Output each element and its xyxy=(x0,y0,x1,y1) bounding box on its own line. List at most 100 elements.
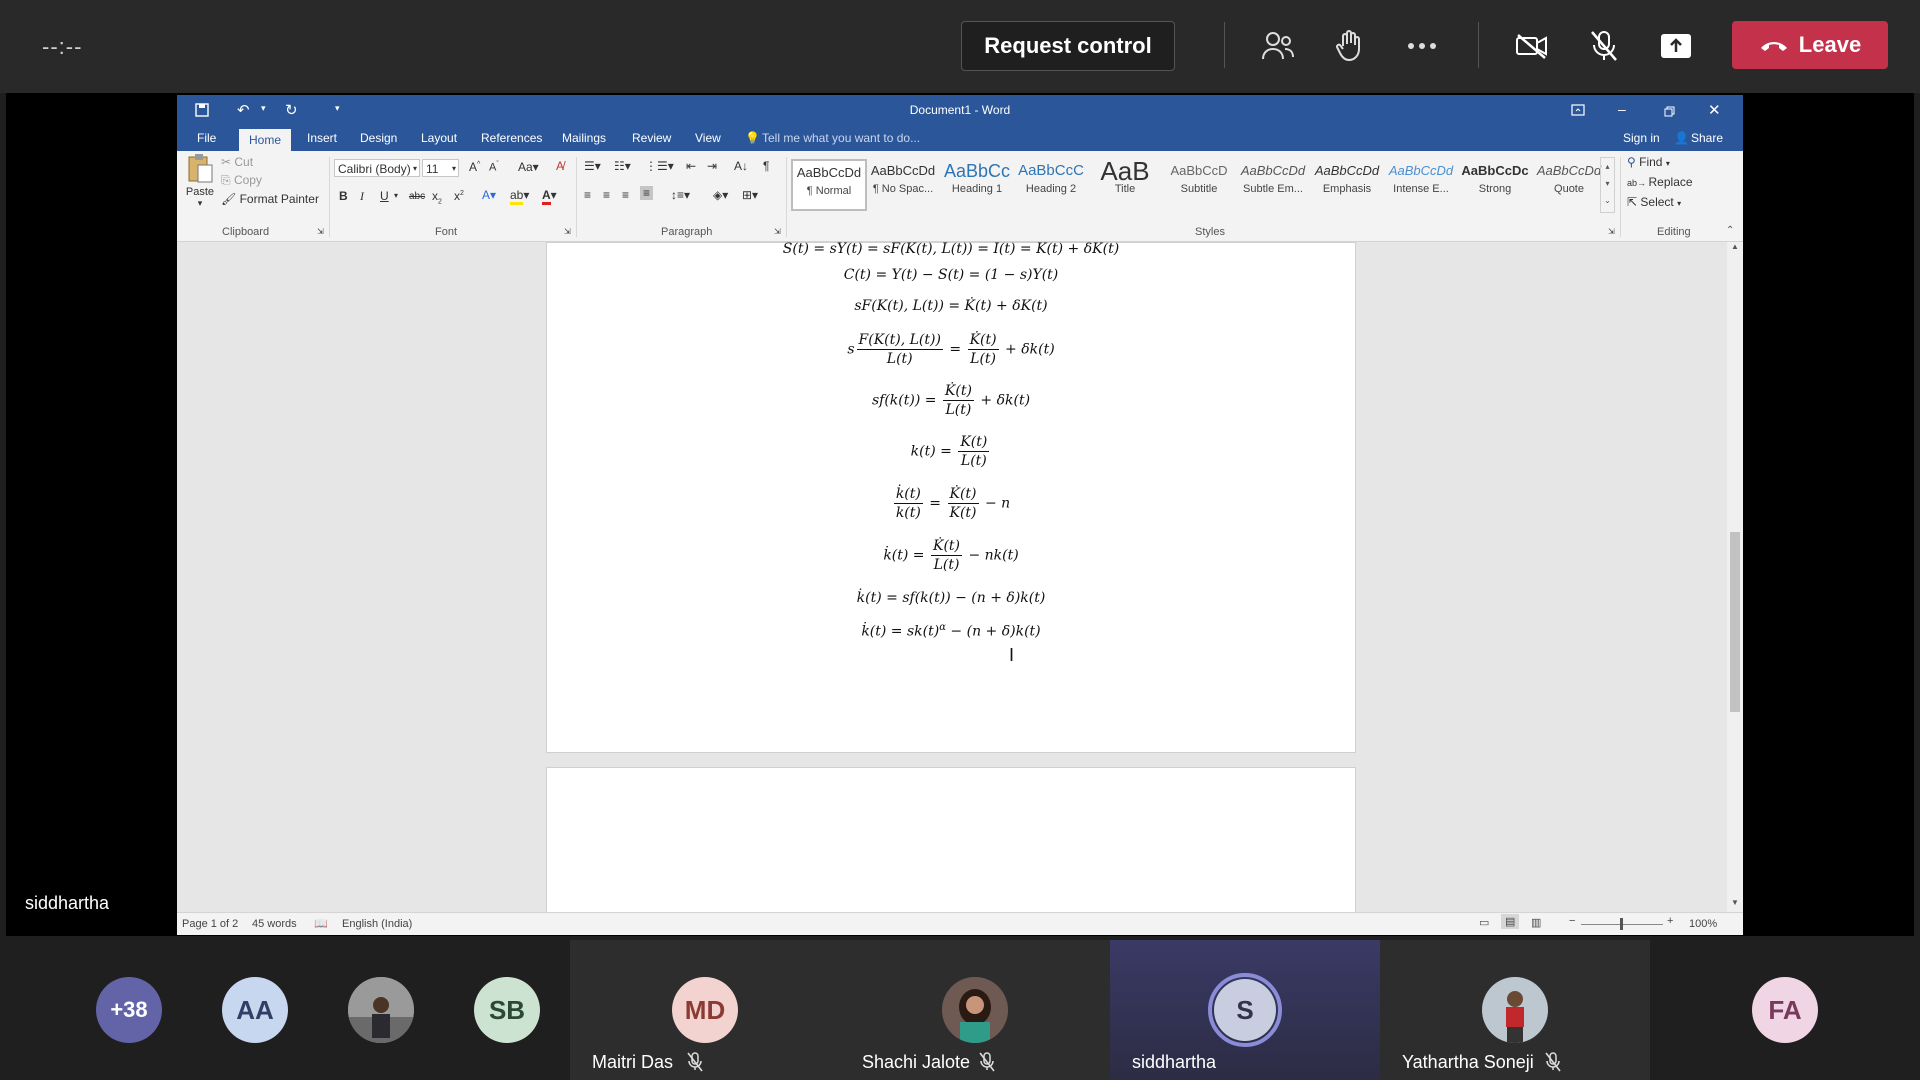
participant-tile[interactable]: FA xyxy=(1650,940,1920,1080)
highlight-icon[interactable]: ab▾ xyxy=(510,188,529,205)
avatar[interactable] xyxy=(348,977,414,1043)
align-right-icon[interactable]: ≡ xyxy=(622,188,629,202)
tab-layout[interactable]: Layout xyxy=(421,131,457,145)
style-normal[interactable]: AaBbCcDd ¶ Normal xyxy=(791,159,867,211)
document-page-2[interactable] xyxy=(546,767,1356,929)
text-effects-icon[interactable]: A▾ xyxy=(482,188,496,202)
participants-icon[interactable] xyxy=(1256,24,1300,68)
find-button[interactable]: ⚲ Find ▾ xyxy=(1627,155,1670,169)
raise-hand-icon[interactable] xyxy=(1328,24,1372,68)
change-case-icon[interactable]: Aa▾ xyxy=(518,160,539,174)
strikethrough-icon[interactable]: abc xyxy=(409,191,425,202)
style-no-spacing[interactable]: AaBbCcDd ¶ No Spac... xyxy=(867,159,939,207)
select-button[interactable]: ⇱ Select ▾ xyxy=(1627,195,1681,209)
tell-me-search[interactable]: Tell me what you want to do... xyxy=(762,131,920,145)
tab-review[interactable]: Review xyxy=(632,131,671,145)
share-screen-icon[interactable] xyxy=(1654,24,1698,68)
style-title[interactable]: AaB Title xyxy=(1089,159,1161,207)
proofing-icon[interactable]: 📖 xyxy=(314,917,328,930)
zoom-out-icon[interactable]: − xyxy=(1569,915,1575,927)
document-page-1[interactable]: S(t) = sY(t) = sF(K(t), L(t)) = I(t) = K… xyxy=(546,241,1356,753)
page-count[interactable]: Page 1 of 2 xyxy=(182,918,238,930)
participant-tile[interactable]: Yathartha Soneji xyxy=(1380,940,1650,1080)
ribbon-display-options-icon[interactable] xyxy=(1571,103,1585,121)
bold-icon[interactable]: B xyxy=(339,189,348,203)
styles-launcher-icon[interactable]: ⇲ xyxy=(1608,227,1615,236)
avatar[interactable]: SB xyxy=(474,977,540,1043)
restore-icon[interactable] xyxy=(1664,104,1675,122)
tab-home[interactable]: Home xyxy=(239,129,292,151)
word-count[interactable]: 45 words xyxy=(252,918,297,930)
mic-off-icon[interactable] xyxy=(1582,24,1626,68)
scroll-down-icon[interactable]: ▼ xyxy=(1731,898,1739,907)
format-painter-button[interactable]: 🖌 Format Painter xyxy=(221,192,319,206)
clear-formatting-icon[interactable]: A̸ xyxy=(556,159,564,173)
paste-button[interactable]: Paste ▾ xyxy=(183,153,217,211)
style-quote[interactable]: AaBbCcDd Quote xyxy=(1533,159,1605,207)
scrollbar-thumb[interactable] xyxy=(1730,532,1740,712)
participant-tile[interactable]: MD Maitri Das xyxy=(570,940,840,1080)
clipboard-launcher-icon[interactable]: ⇲ xyxy=(317,227,324,236)
justify-icon[interactable]: ≡ xyxy=(640,186,654,200)
style-strong[interactable]: AaBbCcDc Strong xyxy=(1459,159,1531,207)
scroll-up-icon[interactable]: ▲ xyxy=(1731,242,1739,251)
style-subtitle[interactable]: AaBbCcD Subtitle xyxy=(1163,159,1235,207)
camera-off-icon[interactable] xyxy=(1510,24,1554,68)
style-heading-1[interactable]: AaBbCc Heading 1 xyxy=(941,159,1013,207)
numbering-icon[interactable]: ☷▾ xyxy=(614,159,631,173)
tab-insert[interactable]: Insert xyxy=(307,131,337,145)
replace-button[interactable]: ab→ Replace xyxy=(1627,175,1693,189)
collapse-ribbon-icon[interactable]: ⌃ xyxy=(1726,225,1734,236)
close-window-icon[interactable]: ✕ xyxy=(1708,101,1721,119)
style-subtle-emphasis[interactable]: AaBbCcDd Subtle Em... xyxy=(1237,159,1309,207)
line-spacing-icon[interactable]: ↕≡▾ xyxy=(671,188,690,202)
read-mode-icon[interactable]: ▭ xyxy=(1479,916,1489,929)
styles-scroll-control[interactable]: ▴ ▾ ⌄ xyxy=(1600,157,1615,213)
style-heading-2[interactable]: AaBbCcC Heading 2 xyxy=(1015,159,1087,207)
multilevel-list-icon[interactable]: ⋮☰▾ xyxy=(645,159,674,173)
document-area[interactable]: S(t) = sY(t) = sF(K(t), L(t)) = I(t) = K… xyxy=(177,241,1727,929)
more-participants-avatar[interactable]: +38 xyxy=(96,977,162,1043)
tab-file[interactable]: File xyxy=(197,131,216,145)
participant-tile[interactable]: Shachi Jalote xyxy=(840,940,1110,1080)
style-emphasis[interactable]: AaBbCcDd Emphasis xyxy=(1311,159,1383,207)
minimize-icon[interactable]: – xyxy=(1618,101,1626,117)
increase-indent-icon[interactable]: ⇥ xyxy=(707,159,717,173)
grow-font-icon[interactable]: A^ xyxy=(469,160,480,174)
leave-button[interactable]: Leave xyxy=(1732,21,1888,69)
bullets-icon[interactable]: ☰▾ xyxy=(584,159,601,173)
cut-button[interactable]: ✂ Cut xyxy=(221,155,253,169)
borders-icon[interactable]: ⊞▾ xyxy=(742,188,758,202)
font-color-icon[interactable]: A▾ xyxy=(542,188,557,205)
style-intense-emphasis[interactable]: AaBbCcDd Intense E... xyxy=(1385,159,1457,207)
zoom-slider-thumb[interactable] xyxy=(1620,918,1623,930)
tab-mailings[interactable]: Mailings xyxy=(562,131,606,145)
shading-icon[interactable]: ◈▾ xyxy=(713,188,728,202)
request-control-button[interactable]: Request control xyxy=(961,21,1175,71)
shrink-font-icon[interactable]: Aˇ xyxy=(489,161,499,174)
font-size-select[interactable]: 11 ▾ xyxy=(422,159,459,177)
show-formatting-marks-icon[interactable]: ¶ xyxy=(763,159,769,173)
paragraph-launcher-icon[interactable]: ⇲ xyxy=(774,227,781,236)
participant-tile-active-speaker[interactable]: S siddhartha xyxy=(1110,940,1380,1080)
sign-in-link[interactable]: Sign in xyxy=(1623,131,1660,145)
decrease-indent-icon[interactable]: ⇤ xyxy=(686,159,696,173)
zoom-level[interactable]: 100% xyxy=(1689,918,1717,930)
font-launcher-icon[interactable]: ⇲ xyxy=(564,227,571,236)
superscript-icon[interactable]: x2 xyxy=(454,189,464,203)
tab-view[interactable]: View xyxy=(695,131,721,145)
share-button[interactable]: Share xyxy=(1691,131,1723,145)
align-center-icon[interactable]: ≡ xyxy=(603,188,610,202)
paste-dropdown-icon[interactable]: ▾ xyxy=(183,198,217,209)
vertical-scrollbar[interactable]: ▲ ▼ xyxy=(1727,242,1743,912)
underline-icon[interactable]: U xyxy=(380,189,389,203)
align-left-icon[interactable]: ≡ xyxy=(584,188,591,202)
italic-icon[interactable]: I xyxy=(360,189,364,204)
subscript-icon[interactable]: x2 xyxy=(432,189,442,205)
avatar[interactable]: AA xyxy=(222,977,288,1043)
language-indicator[interactable]: English (India) xyxy=(342,918,412,930)
sort-icon[interactable]: A↓ xyxy=(734,159,748,173)
underline-dropdown-icon[interactable]: ▾ xyxy=(394,191,398,200)
zoom-in-icon[interactable]: + xyxy=(1667,915,1673,927)
tab-design[interactable]: Design xyxy=(360,131,397,145)
